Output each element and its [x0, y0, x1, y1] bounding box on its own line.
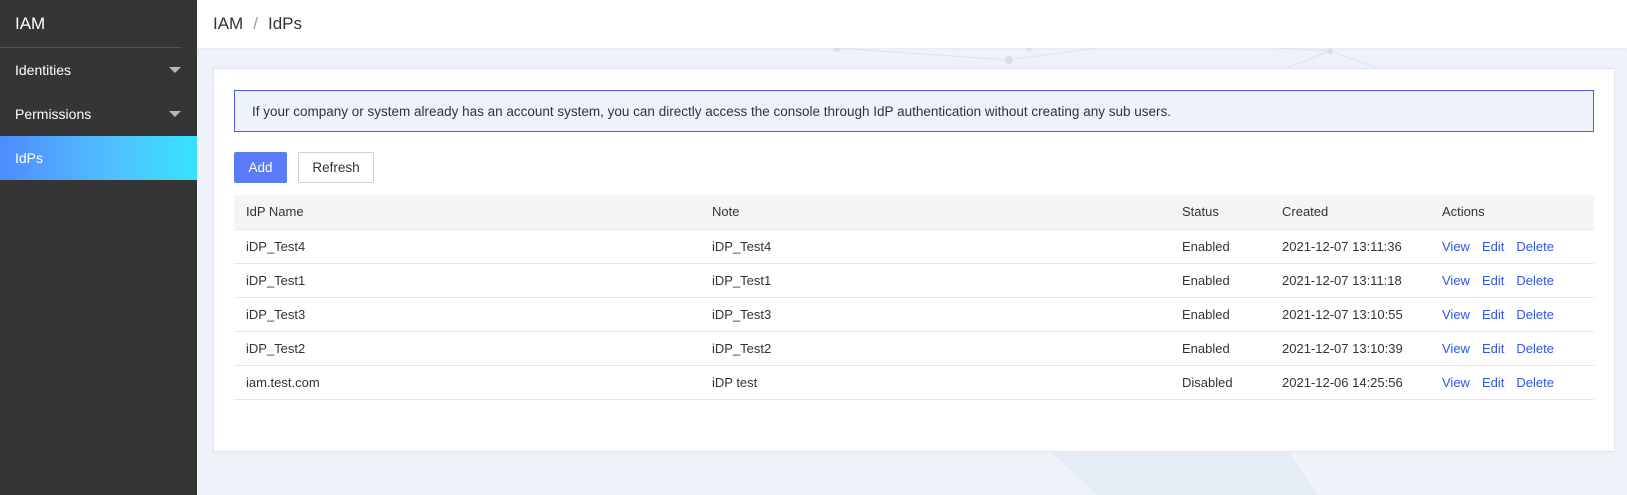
column-header-note[interactable]: Note — [700, 195, 1170, 230]
table-row: iDP_Test4 iDP_Test4 Enabled 2021-12-07 1… — [234, 229, 1594, 264]
actions-cell: View Edit Delete — [1430, 297, 1594, 332]
sidebar-item-identities[interactable]: Identities — [0, 48, 197, 92]
brand-title: IAM — [0, 0, 181, 48]
breadcrumb: IAM / IdPs — [197, 0, 1627, 48]
actions-cell: View Edit Delete — [1430, 331, 1594, 366]
chevron-down-icon — [169, 67, 181, 73]
status-cell: Enabled — [1170, 263, 1270, 298]
column-header-created[interactable]: Created — [1270, 195, 1430, 230]
status-cell: Disabled — [1170, 365, 1270, 400]
created-cell: 2021-12-07 13:10:39 — [1270, 331, 1430, 366]
note-cell: iDP test — [700, 365, 1170, 400]
note-cell: iDP_Test3 — [700, 297, 1170, 332]
edit-link[interactable]: Edit — [1482, 273, 1504, 288]
table-header-row: IdP Name Note Status Created Actions — [234, 195, 1594, 230]
note-cell: iDP_Test1 — [700, 263, 1170, 298]
created-cell: 2021-12-07 13:10:55 — [1270, 297, 1430, 332]
column-header-idp-name[interactable]: IdP Name — [234, 195, 700, 230]
refresh-button[interactable]: Refresh — [298, 152, 374, 183]
delete-link[interactable]: Delete — [1516, 341, 1554, 356]
table-row: iDP_Test2 iDP_Test2 Enabled 2021-12-07 1… — [234, 331, 1594, 366]
actions-cell: View Edit Delete — [1430, 229, 1594, 264]
sidebar-item-label: IdPs — [15, 150, 44, 166]
status-cell: Enabled — [1170, 297, 1270, 332]
status-cell: Enabled — [1170, 331, 1270, 366]
edit-link[interactable]: Edit — [1482, 375, 1504, 390]
created-cell: 2021-12-06 14:25:56 — [1270, 365, 1430, 400]
edit-link[interactable]: Edit — [1482, 239, 1504, 254]
column-header-actions: Actions — [1430, 195, 1594, 230]
idp-name-cell: iDP_Test2 — [234, 331, 700, 366]
delete-link[interactable]: Delete — [1516, 239, 1554, 254]
info-notice: If your company or system already has an… — [234, 90, 1594, 132]
sidebar-item-label: Permissions — [15, 106, 92, 122]
view-link[interactable]: View — [1442, 341, 1470, 356]
idp-name-cell: iDP_Test3 — [234, 297, 700, 332]
note-cell: iDP_Test4 — [700, 229, 1170, 264]
sidebar-item-idps[interactable]: IdPs — [0, 136, 197, 180]
delete-link[interactable]: Delete — [1516, 307, 1554, 322]
chevron-down-icon — [169, 111, 181, 117]
view-link[interactable]: View — [1442, 375, 1470, 390]
created-cell: 2021-12-07 13:11:36 — [1270, 229, 1430, 264]
sidebar: IAM Identities Permissions IdPs — [0, 0, 197, 495]
breadcrumb-item-iam[interactable]: IAM — [213, 14, 243, 34]
edit-link[interactable]: Edit — [1482, 307, 1504, 322]
status-cell: Enabled — [1170, 229, 1270, 264]
add-button[interactable]: Add — [234, 152, 287, 183]
breadcrumb-separator: / — [253, 14, 258, 33]
edit-link[interactable]: Edit — [1482, 341, 1504, 356]
idp-name-cell: iDP_Test1 — [234, 263, 700, 298]
actions-cell: View Edit Delete — [1430, 365, 1594, 400]
sidebar-item-label: Identities — [15, 62, 72, 78]
note-cell: iDP_Test2 — [700, 331, 1170, 366]
delete-link[interactable]: Delete — [1516, 375, 1554, 390]
idp-name-cell: iam.test.com — [234, 365, 700, 400]
view-link[interactable]: View — [1442, 307, 1470, 322]
table-row: iam.test.com iDP test Disabled 2021-12-0… — [234, 365, 1594, 400]
column-header-status[interactable]: Status — [1170, 195, 1270, 230]
table-row: iDP_Test3 iDP_Test3 Enabled 2021-12-07 1… — [234, 297, 1594, 332]
idp-name-cell: iDP_Test4 — [234, 229, 700, 264]
breadcrumb-item-idps: IdPs — [267, 14, 302, 33]
table-row: iDP_Test1 iDP_Test1 Enabled 2021-12-07 1… — [234, 263, 1594, 298]
actions-cell: View Edit Delete — [1430, 263, 1594, 298]
idp-table: IdP Name Note Status Created Actions iDP… — [234, 195, 1594, 400]
created-cell: 2021-12-07 13:11:18 — [1270, 263, 1430, 298]
view-link[interactable]: View — [1442, 239, 1470, 254]
delete-link[interactable]: Delete — [1516, 273, 1554, 288]
sidebar-item-permissions[interactable]: Permissions — [0, 92, 197, 136]
view-link[interactable]: View — [1442, 273, 1470, 288]
idp-panel: If your company or system already has an… — [213, 68, 1615, 452]
